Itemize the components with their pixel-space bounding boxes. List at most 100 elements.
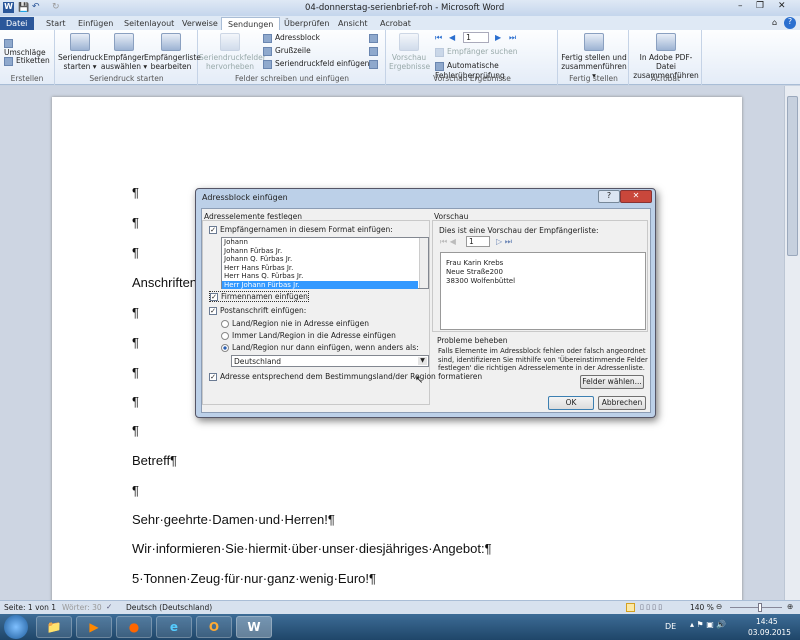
cancel-button[interactable]: Abbrechen xyxy=(598,396,646,410)
seriendruckfeld-einfuegen-button[interactable]: Seriendruckfeld einfügen ▾ xyxy=(263,59,376,69)
list-item[interactable]: Herr Hans Q. Fürbas Jr. xyxy=(222,272,428,281)
firefox-icon[interactable]: ● xyxy=(116,616,152,638)
next-record-icon[interactable]: ▷ ⏭ xyxy=(496,237,512,247)
outlook-icon[interactable]: O xyxy=(196,616,232,638)
close-button[interactable]: ✕ xyxy=(778,1,786,11)
paragraph[interactable]: ¶ xyxy=(132,245,139,260)
rules-icon[interactable] xyxy=(369,34,378,43)
tab-verweise[interactable]: Verweise xyxy=(176,17,224,31)
name-format-list[interactable]: Johann Johann Fürbas Jr. Johann Q. Fürba… xyxy=(221,237,429,289)
redo-icon[interactable]: ↻ xyxy=(52,2,60,12)
list-item[interactable]: Johann Fürbas Jr. xyxy=(222,247,428,256)
media-player-icon[interactable]: ▶ xyxy=(76,616,112,638)
zoom-in-icon[interactable]: ⊕ xyxy=(787,602,793,611)
prev-record-icon[interactable]: ◀ xyxy=(449,33,455,42)
internet-explorer-icon[interactable]: e xyxy=(156,616,192,638)
minimize-button[interactable]: – xyxy=(738,1,743,11)
format-by-country-checkbox[interactable]: ✓ Adresse entsprechend dem Bestimmungslan… xyxy=(209,372,482,381)
umschlaege-button[interactable]: Umschläge xyxy=(4,38,54,57)
scroll-thumb[interactable] xyxy=(787,96,798,256)
tab-ueberpruefen[interactable]: Überprüfen xyxy=(278,17,335,31)
radio-always-country[interactable]: Immer Land/Region in die Adresse einfüge… xyxy=(221,331,396,340)
zoom-slider-thumb[interactable] xyxy=(758,603,762,612)
paragraph[interactable]: Betreff¶ xyxy=(132,453,177,468)
paragraph[interactable]: ¶ xyxy=(132,305,139,320)
paragraph[interactable]: 5·Tonnen·Zeug·für·nur·ganz·wenig·Euro!¶ xyxy=(132,571,376,586)
seriendruck-starten-button[interactable]: Seriendruck starten ▾ xyxy=(58,33,103,71)
input-language[interactable]: DE xyxy=(665,622,676,631)
maximize-button[interactable]: ❐ xyxy=(756,1,764,11)
last-record-icon[interactable]: ⏭ xyxy=(509,33,516,43)
match-fields-icon[interactable] xyxy=(369,47,378,56)
dialog-close-button[interactable]: ✕ xyxy=(620,190,652,203)
seriendruckfelder-hervorheben-button[interactable]: Seriendruckfelder hervorheben xyxy=(199,33,266,71)
first-record-icon[interactable]: ⏮ ◀ xyxy=(440,237,456,247)
tray-icons[interactable]: ▴ ⚑ ▣ 🔊 xyxy=(690,620,726,629)
radio-country-if-different[interactable]: Land/Region nur dann einfügen, wenn ande… xyxy=(221,343,419,352)
clock-time[interactable]: 14:45 xyxy=(756,617,778,626)
empfaenger-suchen-button[interactable]: Empfänger suchen xyxy=(435,47,518,57)
radio-never-country[interactable]: Land/Region nie in Adresse einfügen xyxy=(221,319,369,328)
tab-acrobat[interactable]: Acrobat xyxy=(374,17,417,31)
fertig-stellen-button[interactable]: Fertig stellen und zusammenführen ▾ xyxy=(559,33,629,80)
etiketten-button[interactable]: Etiketten xyxy=(4,56,50,66)
print-layout-icon[interactable] xyxy=(626,603,635,612)
preview-record-input[interactable]: 1 xyxy=(466,236,490,247)
postal-address-checkbox[interactable]: ✓ Postanschrift einfügen: xyxy=(209,306,306,315)
pdf-merge-button[interactable]: In Adobe PDF-Datei zusammenführen xyxy=(630,33,702,80)
start-button[interactable] xyxy=(4,615,28,639)
tab-start[interactable]: Start xyxy=(40,17,72,31)
tab-sendungen[interactable]: Sendungen xyxy=(221,17,281,31)
country-select[interactable]: Deutschland ▼ xyxy=(231,355,429,367)
paragraph[interactable]: ¶ xyxy=(132,335,139,350)
next-record-icon[interactable]: ▶ xyxy=(495,33,501,42)
explorer-icon[interactable]: 📁 xyxy=(36,616,72,638)
vertical-scrollbar[interactable] xyxy=(784,86,800,600)
first-record-icon[interactable]: ⏮ xyxy=(435,33,442,43)
zoom-slider[interactable] xyxy=(730,607,782,608)
name-format-checkbox[interactable]: ✓ Empfängernamen in diesem Format einfüge… xyxy=(209,225,393,234)
grusszeile-button[interactable]: Grußzeile xyxy=(263,46,311,56)
clock-date[interactable]: 03.09.2015 xyxy=(748,628,791,637)
empfaenger-auswaehlen-button[interactable]: Empfänger auswählen ▾ xyxy=(100,33,148,71)
tab-ansicht[interactable]: Ansicht xyxy=(332,17,374,31)
dialog-help-button[interactable]: ? xyxy=(598,190,620,203)
language[interactable]: Deutsch (Deutschland) xyxy=(126,603,212,612)
page-count[interactable]: Seite: 1 von 1 xyxy=(4,603,56,612)
vorschau-ergebnisse-button[interactable]: Vorschau Ergebnisse xyxy=(389,33,430,71)
ribbon-minimize-icon[interactable]: ⌂ xyxy=(772,18,777,27)
dialog-body: Adresselemente festlegen ✓ Empfängernamen… xyxy=(201,208,651,413)
paragraph[interactable]: ¶ xyxy=(132,215,139,230)
paragraph[interactable]: Sehr·geehrte·Damen·und·Herren!¶ xyxy=(132,512,335,527)
paragraph[interactable]: ¶ xyxy=(132,365,139,380)
paragraph[interactable]: ¶ xyxy=(132,185,139,200)
tab-datei[interactable]: Datei xyxy=(0,17,34,31)
zoom-level[interactable]: 140 % xyxy=(690,603,714,612)
list-item[interactable]: Herr Hans Fürbas Jr. xyxy=(222,264,428,273)
paragraph[interactable]: ¶ xyxy=(132,483,139,498)
paragraph[interactable]: Wir·informieren·Sie·hiermit·über·unser·d… xyxy=(132,541,492,556)
list-item[interactable]: Johann xyxy=(222,238,428,247)
word-taskbar-icon[interactable]: W xyxy=(236,616,272,638)
word-count[interactable]: Wörter: 30 xyxy=(62,603,102,612)
update-labels-icon[interactable] xyxy=(369,60,378,69)
felder-waehlen-button[interactable]: Felder wählen... xyxy=(580,375,644,389)
tab-seitenlayout[interactable]: Seitenlayout xyxy=(118,17,180,31)
undo-icon[interactable]: ↶ xyxy=(32,2,40,12)
paragraph[interactable]: ¶ xyxy=(132,394,139,409)
view-buttons-icon[interactable]: ▯ ▯ ▯ ▯ xyxy=(640,603,676,612)
list-item[interactable]: Johann Q. Fürbas Jr. xyxy=(222,255,428,264)
firm-name-checkbox[interactable]: ✓ Firmennamen einfügen xyxy=(209,291,309,302)
list-scrollbar[interactable] xyxy=(419,238,428,288)
record-input[interactable]: 1 xyxy=(463,32,489,43)
paragraph[interactable]: ¶ xyxy=(132,423,139,438)
list-item-selected[interactable]: Herr Johann Fürbas Jr. xyxy=(222,280,418,289)
save-icon[interactable]: 💾 xyxy=(18,3,29,13)
zoom-out-icon[interactable]: ⊖ xyxy=(716,602,722,611)
adressblock-button[interactable]: Adressblock xyxy=(263,33,320,43)
tab-einfuegen[interactable]: Einfügen xyxy=(72,17,119,31)
proofing-icon[interactable]: ✓ xyxy=(106,602,112,611)
help-icon[interactable]: ? xyxy=(784,17,796,29)
empfaengerliste-bearbeiten-button[interactable]: Empfängerliste bearbeiten xyxy=(144,33,201,71)
ok-button[interactable]: OK xyxy=(548,396,594,410)
